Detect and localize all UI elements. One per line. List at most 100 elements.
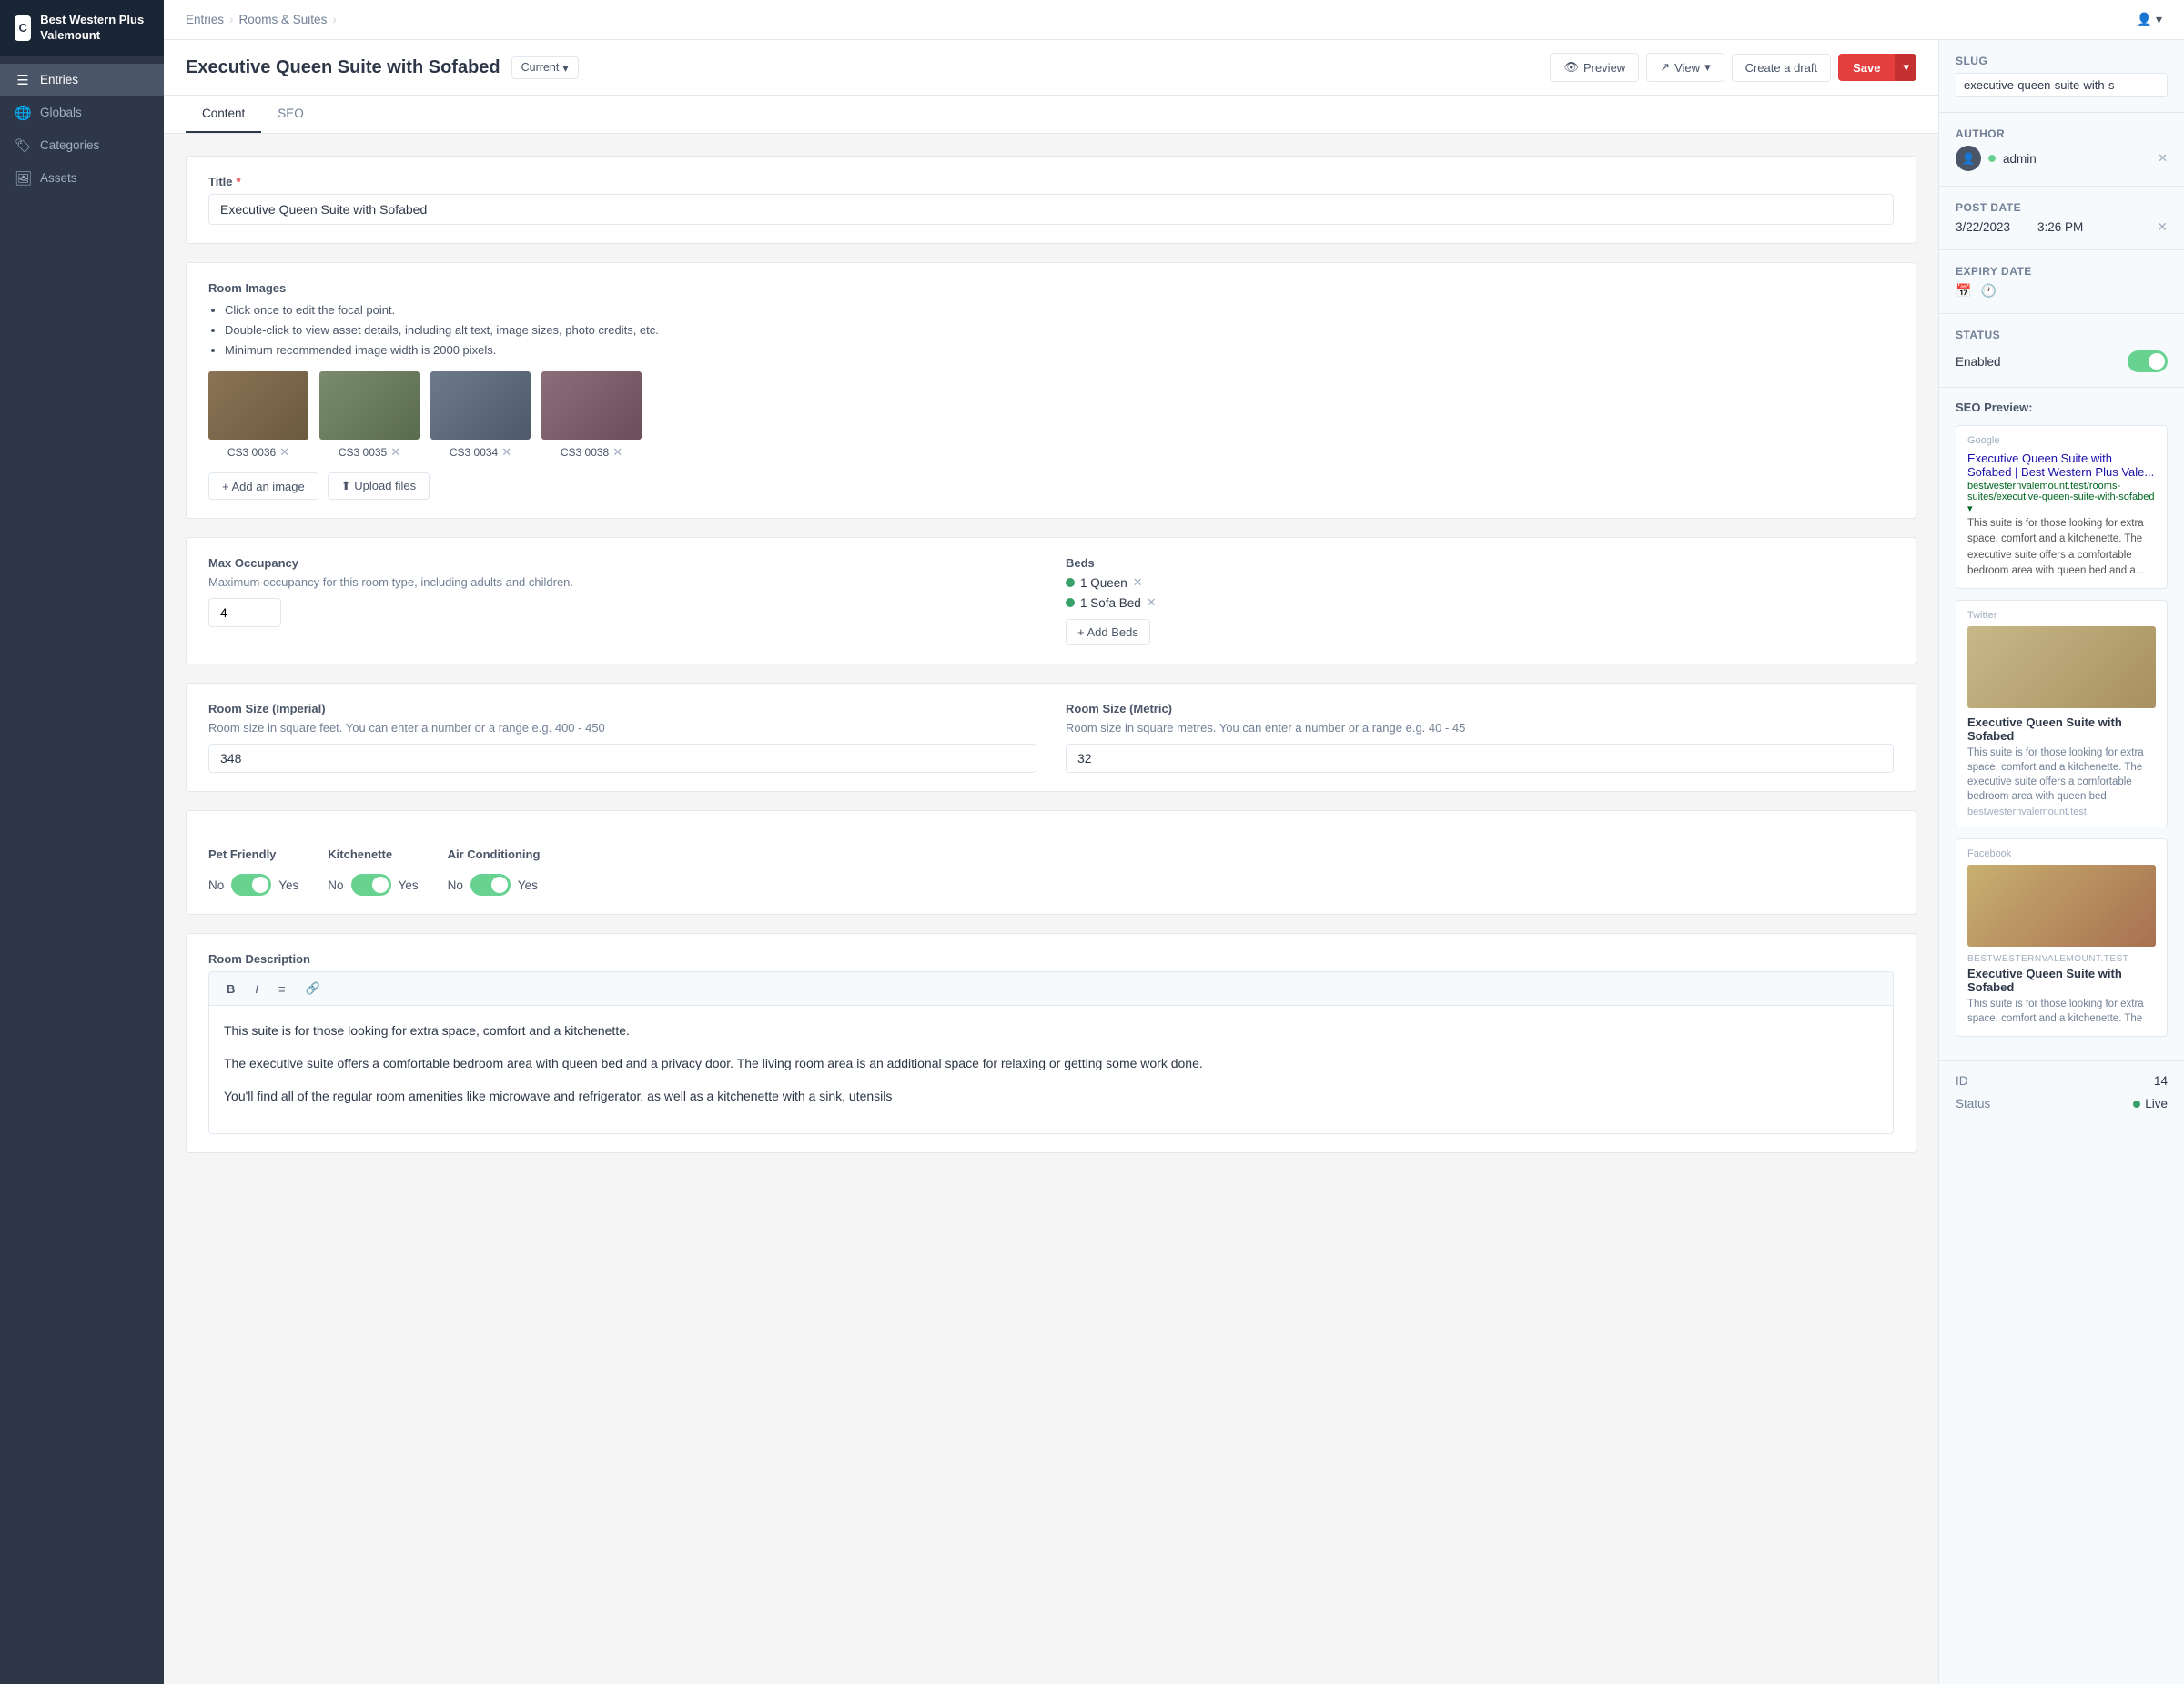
author-section: Author 👤 admin ✕: [1939, 113, 2184, 187]
logo-icon: C: [15, 15, 31, 41]
post-date-remove[interactable]: ✕: [2157, 219, 2168, 235]
pet-friendly-label: Pet Friendly: [208, 847, 298, 861]
save-group: Save ▾: [1838, 54, 1916, 81]
bed-item-2: 1 Sofa Bed ✕: [1066, 595, 1894, 610]
italic-button[interactable]: I: [247, 978, 267, 999]
size-imperial-desc: Room size in square feet. You can enter …: [208, 721, 1036, 735]
twitter-card-title: Executive Queen Suite with Sofabed: [1967, 715, 2156, 743]
image-label-1: CS3 0036: [228, 446, 276, 459]
occupancy-input[interactable]: [208, 598, 281, 627]
topbar-right: 👤 ▾: [2137, 12, 2162, 27]
editor-body[interactable]: This suite is for those looking for extr…: [208, 1005, 1894, 1133]
pet-friendly-toggle[interactable]: [231, 874, 271, 896]
author-row: 👤 admin ✕: [1956, 146, 2168, 171]
facebook-platform-label: Facebook: [1967, 848, 2156, 859]
add-beds-button[interactable]: + Add Beds: [1066, 619, 1150, 645]
entry-header: Executive Queen Suite with Sofabed Curre…: [164, 40, 1938, 96]
current-badge[interactable]: Current ▾: [511, 56, 579, 79]
occupancy-desc: Maximum occupancy for this room type, in…: [208, 575, 1036, 589]
breadcrumb-entries[interactable]: Entries: [186, 13, 224, 26]
facebook-site-name: BESTWESTERNVALEMOUNT.TEST: [1967, 954, 2156, 964]
tab-seo[interactable]: SEO: [261, 96, 320, 133]
image-label-row-1: CS3 0036 ✕: [228, 445, 289, 460]
sidebar-item-assets[interactable]: 🖼 Assets: [0, 162, 164, 195]
list-button[interactable]: ≡: [270, 978, 294, 999]
room-description-label: Room Description: [208, 952, 1894, 966]
desc-para-1: This suite is for those looking for extr…: [224, 1020, 1878, 1042]
view-icon: ↗: [1660, 60, 1670, 75]
twitter-platform-label: Twitter: [1967, 610, 2156, 621]
slug-value[interactable]: executive-queen-suite-with-s: [1956, 73, 2168, 97]
title-section: Title *: [186, 156, 1916, 244]
view-button[interactable]: ↗ View ▾: [1646, 53, 1724, 82]
status-bottom-label: Status: [1956, 1097, 1990, 1111]
upload-files-button[interactable]: ⬆ Upload files: [328, 472, 430, 500]
air-conditioning-label: Air Conditioning: [448, 847, 541, 861]
google-platform-label: Google: [1967, 435, 2156, 446]
kitchenette-toggle[interactable]: [351, 874, 391, 896]
save-dropdown-button[interactable]: ▾: [1895, 54, 1916, 81]
live-dot: [2133, 1101, 2140, 1108]
sidebar-item-categories[interactable]: 🏷 Categories: [0, 129, 164, 162]
beds-col: Beds 1 Queen ✕ 1 Sofa Bed: [1066, 556, 1894, 645]
instruction-3: Minimum recommended image width is 2000 …: [225, 340, 1894, 360]
bold-button[interactable]: B: [218, 978, 243, 999]
chevron-down-icon: ▾: [2156, 12, 2162, 27]
preview-button[interactable]: 👁 Preview: [1550, 53, 1639, 82]
author-remove[interactable]: ✕: [2158, 151, 2168, 166]
sidebar-item-label: Globals: [40, 106, 82, 119]
clock-icon[interactable]: 🕐: [1980, 283, 1996, 299]
title-input[interactable]: [208, 194, 1894, 225]
image-remove-3[interactable]: ✕: [501, 445, 511, 460]
calendar-icon[interactable]: 📅: [1956, 283, 1971, 299]
kitchenette-yes: Yes: [399, 878, 419, 892]
air-conditioning-toggle-row: No Yes: [448, 874, 541, 896]
image-label-4: CS3 0038: [561, 446, 609, 459]
expiry-date-row: 📅 🕐: [1956, 283, 2168, 299]
user-menu-button[interactable]: 👤 ▾: [2137, 12, 2162, 27]
size-imperial-input[interactable]: [208, 744, 1036, 773]
image-remove-1[interactable]: ✕: [279, 445, 289, 460]
sidebar-item-globals[interactable]: 🌐 Globals: [0, 96, 164, 129]
image-thumb-4[interactable]: [541, 371, 642, 440]
beds-list: 1 Queen ✕ 1 Sofa Bed ✕: [1066, 575, 1894, 610]
image-remove-2[interactable]: ✕: [390, 445, 400, 460]
image-label-row-2: CS3 0035 ✕: [339, 445, 400, 460]
bed-remove-1[interactable]: ✕: [1133, 575, 1143, 590]
bed-remove-2[interactable]: ✕: [1147, 595, 1157, 610]
sidebar-item-entries[interactable]: ☰ Entries: [0, 64, 164, 96]
image-thumb-2[interactable]: [319, 371, 420, 440]
size-metric-input[interactable]: [1066, 744, 1894, 773]
image-thumb-1[interactable]: [208, 371, 308, 440]
link-button[interactable]: 🔗: [298, 978, 329, 999]
occupancy-col: Max Occupancy Maximum occupancy for this…: [208, 556, 1036, 645]
air-conditioning-toggle[interactable]: [470, 874, 511, 896]
sidebar-nav: ☰ Entries 🌐 Globals 🏷 Categories 🖼 Asset…: [0, 56, 164, 1684]
tab-content[interactable]: Content: [186, 96, 261, 133]
size-metric-label: Room Size (Metric): [1066, 702, 1894, 715]
create-draft-button[interactable]: Create a draft: [1732, 54, 1832, 82]
facebook-card-desc: This suite is for those looking for extr…: [1967, 997, 2156, 1026]
add-image-button[interactable]: + Add an image: [208, 472, 318, 500]
facebook-preview-image: [1967, 865, 2156, 947]
save-button[interactable]: Save: [1838, 54, 1895, 81]
post-date-input[interactable]: [1956, 220, 2028, 234]
post-time-input[interactable]: [2037, 220, 2101, 234]
google-seo-url: bestwesternvalemount.test/rooms-suites/e…: [1967, 481, 2156, 514]
size-metric-desc: Room size in square metres. You can ente…: [1066, 721, 1894, 735]
bed-item-1: 1 Queen ✕: [1066, 575, 1894, 590]
sidebar-item-label: Categories: [40, 138, 99, 152]
brand-name: Best Western Plus Valemount: [40, 13, 149, 44]
air-conditioning-no: No: [448, 878, 463, 892]
image-thumb-3[interactable]: [430, 371, 531, 440]
status-toggle[interactable]: [2128, 350, 2168, 372]
image-remove-4[interactable]: ✕: [612, 445, 622, 460]
status-row: Enabled: [1956, 350, 2168, 372]
occupancy-label: Max Occupancy: [208, 556, 1036, 570]
twitter-preview-image: [1967, 626, 2156, 708]
breadcrumb-sep-1: ›: [229, 13, 234, 26]
kitchenette-label: Kitchenette: [328, 847, 418, 861]
author-name: admin: [2003, 152, 2037, 166]
breadcrumb-rooms[interactable]: Rooms & Suites: [239, 13, 328, 26]
desc-para-3: You'll find all of the regular room amen…: [224, 1086, 1878, 1108]
